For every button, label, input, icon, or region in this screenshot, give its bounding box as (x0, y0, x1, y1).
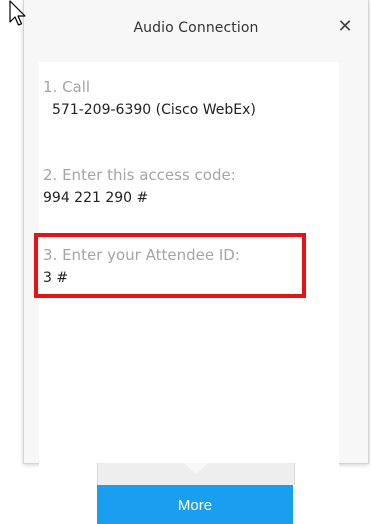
close-icon[interactable]: ✕ (334, 16, 356, 38)
step-label: 1. Call (43, 78, 91, 96)
step-call: 1. Call 571-209-6390 (Cisco WebEx) (43, 77, 333, 120)
step-value: 994 221 290 # (43, 190, 149, 206)
dialog-header: Audio Connection ✕ (24, 0, 368, 62)
page: Audio Connection ✕ 1. Call 571-209-6390 … (0, 0, 371, 524)
pointer-notch (184, 463, 208, 474)
audio-connection-dialog: Audio Connection ✕ 1. Call 571-209-6390 … (23, 0, 369, 472)
dialog-pointer (97, 463, 295, 485)
step-label: 2. Enter this access code: (43, 166, 236, 184)
step-value: 571-209-6390 (Cisco WebEx) (52, 102, 256, 118)
more-button[interactable]: More (97, 485, 293, 524)
dialog-title: Audio Connection (133, 20, 259, 36)
attendee-id-highlight-box (34, 233, 306, 298)
mouse-cursor-icon (9, 0, 26, 26)
step-access-code: 2. Enter this access code: 994 221 290 # (43, 165, 333, 208)
